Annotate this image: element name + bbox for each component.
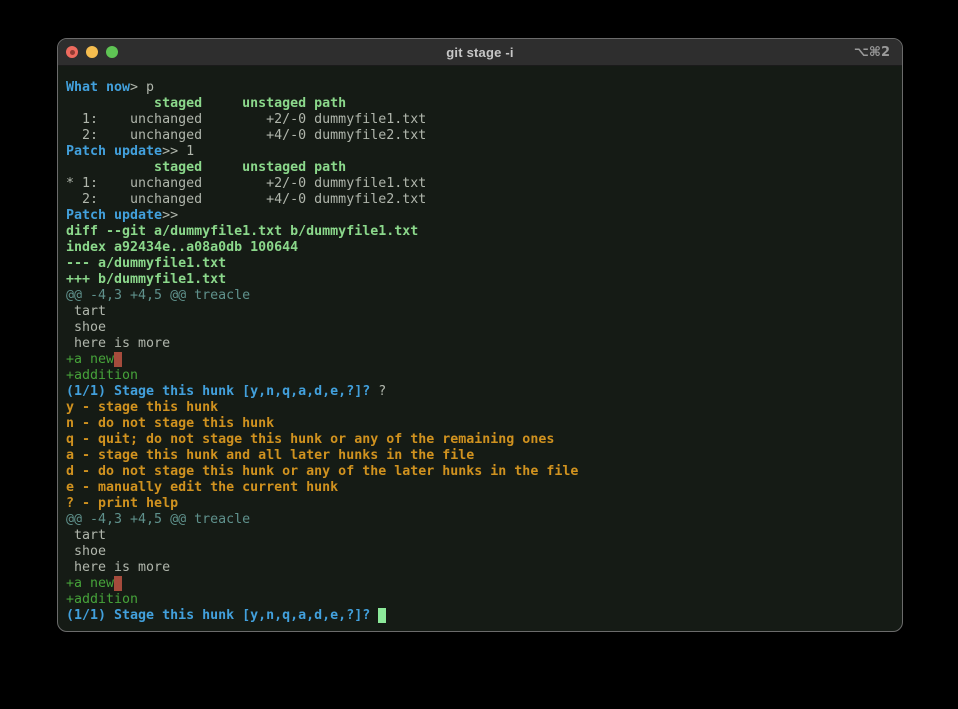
terminal-line: Patch update>> 1	[66, 144, 894, 160]
text-segment: a - stage this hunk and all later hunks …	[66, 448, 474, 463]
text-segment: diff --git a/dummyfile1.txt b/dummyfile1…	[66, 224, 418, 239]
text-segment: Patch update	[66, 144, 162, 159]
terminal-line: q - quit; do not stage this hunk or any …	[66, 432, 894, 448]
terminal-line: +addition	[66, 368, 894, 384]
terminal-line: staged unstaged path	[66, 160, 894, 176]
terminal-line: here is more	[66, 560, 894, 576]
terminal-line: What now> p	[66, 80, 894, 96]
terminal-line: n - do not stage this hunk	[66, 416, 894, 432]
terminal-line: ? - print help	[66, 496, 894, 512]
text-segment: here is more	[66, 560, 170, 575]
text-segment: ?	[378, 384, 386, 399]
text-segment: --- a/dummyfile1.txt	[66, 256, 226, 271]
text-segment: shoe	[66, 320, 106, 335]
terminal-line: staged unstaged path	[66, 96, 894, 112]
text-segment: >> 1	[162, 144, 194, 159]
minimize-button[interactable]	[86, 46, 98, 58]
window-title: git stage -i	[58, 45, 902, 60]
cursor-block	[378, 608, 386, 623]
text-segment: +addition	[66, 368, 138, 383]
text-segment: +a new	[66, 576, 114, 591]
text-segment: shoe	[66, 544, 106, 559]
terminal-line: here is more	[66, 336, 894, 352]
terminal-line: a - stage this hunk and all later hunks …	[66, 448, 894, 464]
close-modified-dot-icon	[70, 50, 75, 55]
terminal-line: d - do not stage this hunk or any of the…	[66, 464, 894, 480]
text-segment: +addition	[66, 592, 138, 607]
text-segment: Patch update	[66, 208, 162, 223]
close-button[interactable]	[66, 46, 78, 58]
text-segment: d - do not stage this hunk or any of the…	[66, 464, 578, 479]
text-segment: tart	[66, 304, 106, 319]
terminal-output[interactable]: What now> p staged unstaged path 1: unch…	[58, 66, 902, 632]
terminal-window: git stage -i ⌥⌘2 What now> p staged unst…	[57, 38, 903, 632]
terminal-line: diff --git a/dummyfile1.txt b/dummyfile1…	[66, 224, 894, 240]
text-segment: >>	[162, 208, 178, 223]
text-segment: +++ b/dummyfile1.txt	[66, 272, 226, 287]
text-segment: index a92434e..a08a0db 100644	[66, 240, 298, 255]
terminal-line: e - manually edit the current hunk	[66, 480, 894, 496]
trailing-whitespace-marker	[114, 576, 122, 591]
terminal-line: 1: unchanged +2/-0 dummyfile1.txt	[66, 112, 894, 128]
terminal-line: --- a/dummyfile1.txt	[66, 256, 894, 272]
text-segment: > p	[130, 80, 154, 95]
terminal-line: +a new	[66, 576, 894, 592]
terminal-line: index a92434e..a08a0db 100644	[66, 240, 894, 256]
text-segment: (1/1) Stage this hunk [y,n,q,a,d,e,?]?	[66, 608, 378, 623]
terminal-line: (1/1) Stage this hunk [y,n,q,a,d,e,?]? ?	[66, 384, 894, 400]
text-segment: What now	[66, 80, 130, 95]
text-segment: staged unstaged path	[66, 160, 346, 175]
terminal-line: tart	[66, 304, 894, 320]
text-segment: * 1: unchanged +2/-0 dummyfile1.txt	[66, 176, 426, 191]
text-segment: q - quit; do not stage this hunk or any …	[66, 432, 554, 447]
terminal-line: +++ b/dummyfile1.txt	[66, 272, 894, 288]
window-shortcut-badge: ⌥⌘2	[854, 39, 890, 65]
terminal-line: 2: unchanged +4/-0 dummyfile2.txt	[66, 192, 894, 208]
terminal-line: @@ -4,3 +4,5 @@ treacle	[66, 288, 894, 304]
trailing-whitespace-marker	[114, 352, 122, 367]
text-segment: 2: unchanged +4/-0 dummyfile2.txt	[66, 192, 426, 207]
text-segment: tart	[66, 528, 106, 543]
text-segment: @@ -4,3 +4,5 @@ treacle	[66, 288, 250, 303]
text-segment: here is more	[66, 336, 170, 351]
terminal-line: 2: unchanged +4/-0 dummyfile2.txt	[66, 128, 894, 144]
terminal-line: * 1: unchanged +2/-0 dummyfile1.txt	[66, 176, 894, 192]
text-segment: (1/1) Stage this hunk [y,n,q,a,d,e,?]?	[66, 384, 378, 399]
terminal-line: tart	[66, 528, 894, 544]
terminal-line: +addition	[66, 592, 894, 608]
terminal-line: shoe	[66, 320, 894, 336]
text-segment: 2: unchanged +4/-0 dummyfile2.txt	[66, 128, 426, 143]
text-segment: y - stage this hunk	[66, 400, 218, 415]
text-segment: ? - print help	[66, 496, 178, 511]
text-segment: +a new	[66, 352, 114, 367]
traffic-lights	[66, 39, 118, 65]
terminal-line: @@ -4,3 +4,5 @@ treacle	[66, 512, 894, 528]
terminal-line: (1/1) Stage this hunk [y,n,q,a,d,e,?]?	[66, 608, 894, 624]
terminal-line: shoe	[66, 544, 894, 560]
zoom-button[interactable]	[106, 46, 118, 58]
text-segment: e - manually edit the current hunk	[66, 480, 338, 495]
terminal-line: +a new	[66, 352, 894, 368]
terminal-line: Patch update>>	[66, 208, 894, 224]
titlebar[interactable]: git stage -i ⌥⌘2	[58, 39, 902, 66]
text-segment: staged unstaged path	[66, 96, 346, 111]
text-segment: 1: unchanged +2/-0 dummyfile1.txt	[66, 112, 426, 127]
terminal-line: y - stage this hunk	[66, 400, 894, 416]
text-segment: @@ -4,3 +4,5 @@ treacle	[66, 512, 250, 527]
text-segment: n - do not stage this hunk	[66, 416, 274, 431]
